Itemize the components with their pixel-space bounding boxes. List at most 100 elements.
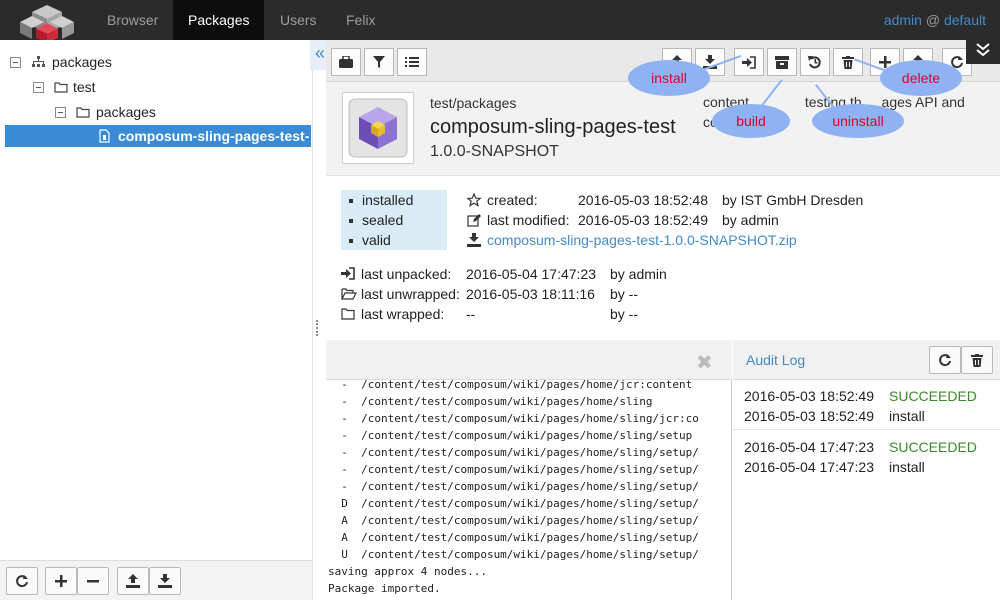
audit-log-title[interactable]: Audit Log bbox=[746, 352, 805, 368]
package-version: 1.0.0-SNAPSHOT bbox=[430, 143, 559, 160]
package-tree: packages test packages composum-sling-pa… bbox=[0, 40, 312, 560]
filter-icon bbox=[373, 56, 385, 68]
nav-felix[interactable]: Felix bbox=[331, 0, 391, 40]
package-download-link[interactable]: composum-sling-pages-test-1.0.0-SNAPSHOT… bbox=[487, 232, 797, 248]
folder-icon bbox=[54, 82, 68, 93]
nav-browser[interactable]: Browser bbox=[92, 0, 173, 40]
console-header bbox=[326, 340, 732, 380]
app-root: Browser Packages Users Felix admin @ def… bbox=[0, 0, 1000, 600]
console-line: A /content/test/composum/wiki/pages/home… bbox=[328, 531, 699, 544]
folder-icon bbox=[341, 308, 355, 320]
package-view-button[interactable] bbox=[331, 48, 361, 76]
collapse-top-button[interactable] bbox=[966, 40, 1000, 64]
audit-status: SUCCEEDED bbox=[889, 439, 977, 455]
uninstall-callout: uninstall bbox=[812, 104, 904, 138]
folder-open-icon bbox=[341, 288, 357, 300]
splitter-grip-icon[interactable] bbox=[316, 320, 320, 336]
package-name: composum-sling-pages-test bbox=[430, 116, 676, 138]
audit-refresh-button[interactable] bbox=[929, 346, 961, 374]
edit-icon bbox=[467, 214, 481, 227]
tree-node-test[interactable]: test bbox=[33, 76, 303, 98]
console-line: - /content/test/composum/wiki/pages/home… bbox=[328, 412, 699, 425]
console-line: D /content/test/composum/wiki/pages/home… bbox=[328, 497, 699, 510]
uninstall-button[interactable] bbox=[800, 48, 830, 76]
console-line: Package imported. bbox=[328, 582, 441, 595]
status-sealed: sealed bbox=[349, 212, 403, 228]
audit-clear-button[interactable] bbox=[961, 346, 993, 374]
refresh-icon bbox=[16, 575, 28, 588]
audit-action: install bbox=[889, 408, 925, 424]
upload-icon bbox=[126, 574, 140, 588]
audit-entry[interactable]: 2016-05-04 17:47:23 SUCCEEDED 2016-05-04… bbox=[733, 437, 1000, 481]
file-icon bbox=[99, 129, 110, 143]
tree-node-packages-root[interactable]: packages bbox=[10, 51, 310, 73]
status-installed: installed bbox=[349, 192, 413, 208]
build-button[interactable] bbox=[767, 48, 797, 76]
console-line: - /content/test/composum/wiki/pages/home… bbox=[328, 463, 699, 476]
audit-date: 2016-05-03 18:52:49 bbox=[744, 408, 874, 424]
nav-packages[interactable]: Packages bbox=[173, 0, 265, 40]
package-thumbnail bbox=[342, 92, 414, 164]
tree-node-label: composum-sling-pages-test-1.0 bbox=[118, 128, 310, 144]
console-line: saving approx 4 nodes... bbox=[328, 565, 487, 578]
tree-node-packages[interactable]: packages bbox=[55, 101, 305, 123]
trash-icon bbox=[971, 353, 983, 367]
filter-view-button[interactable] bbox=[364, 48, 394, 76]
download-button[interactable] bbox=[149, 567, 181, 595]
tree-node-label: packages bbox=[96, 104, 156, 120]
collapse-toggle-icon[interactable] bbox=[10, 57, 21, 68]
audit-log-header: Audit Log bbox=[733, 340, 1000, 380]
list-icon bbox=[405, 57, 419, 67]
console-line: A /content/test/composum/wiki/pages/home… bbox=[328, 514, 699, 527]
console-line: - /content/test/composum/wiki/pages/home… bbox=[328, 395, 653, 408]
console-line: U /content/test/composum/wiki/pages/home… bbox=[328, 548, 699, 561]
wrapped-label: last wrapped: bbox=[361, 306, 445, 322]
upload-button[interactable] bbox=[117, 567, 149, 595]
tree-node-label: test bbox=[73, 79, 96, 95]
list-view-button[interactable] bbox=[397, 48, 427, 76]
download-icon bbox=[467, 233, 481, 247]
audit-status: SUCCEEDED bbox=[889, 388, 977, 404]
tree-node-label: packages bbox=[52, 54, 112, 70]
collapse-toggle-icon[interactable] bbox=[55, 107, 66, 118]
double-chevron-left-icon: « bbox=[314, 43, 325, 63]
sitemap-icon bbox=[32, 56, 45, 67]
composum-logo[interactable] bbox=[16, 3, 78, 43]
close-console-icon[interactable]: ✖ bbox=[696, 350, 713, 375]
refresh-tree-button[interactable] bbox=[6, 567, 38, 595]
remove-button[interactable] bbox=[77, 567, 109, 595]
package-header: test/packages composum-sling-pages-test … bbox=[326, 82, 1000, 176]
collapse-toggle-icon[interactable] bbox=[33, 82, 44, 93]
delete-callout: delete bbox=[880, 60, 962, 96]
created-date: 2016-05-03 18:52:48 bbox=[578, 192, 708, 208]
console-output: - /content/test/composum/wiki/pages/home… bbox=[326, 380, 732, 600]
user-link[interactable]: admin bbox=[884, 12, 922, 28]
unpacked-label: last unpacked: bbox=[361, 266, 452, 282]
audit-date: 2016-05-04 17:47:23 bbox=[744, 439, 874, 455]
audit-entry[interactable]: 2016-05-03 18:52:49 SUCCEEDED 2016-05-03… bbox=[733, 386, 1000, 430]
tree-toolbar bbox=[0, 560, 312, 600]
wrapped-by: by -- bbox=[610, 306, 638, 322]
unpacked-by: by admin bbox=[610, 266, 667, 282]
add-button[interactable] bbox=[45, 567, 77, 595]
workspace-link[interactable]: default bbox=[944, 12, 986, 28]
uninstall-icon bbox=[808, 56, 821, 69]
double-chevron-down-icon bbox=[976, 43, 990, 57]
modified-by: by admin bbox=[722, 212, 779, 228]
console-line: - /content/test/composum/wiki/pages/home… bbox=[328, 380, 693, 391]
star-icon bbox=[467, 193, 482, 207]
build-callout: build bbox=[712, 104, 790, 138]
download-icon bbox=[158, 574, 172, 588]
build-icon bbox=[775, 55, 789, 69]
user-at: @ bbox=[925, 12, 941, 28]
plus-icon bbox=[55, 575, 67, 587]
status-label: sealed bbox=[362, 212, 404, 228]
status-valid: valid bbox=[349, 232, 391, 248]
trash-icon bbox=[842, 55, 854, 69]
user-info: admin @ default bbox=[884, 0, 986, 40]
tree-node-selected-package[interactable]: composum-sling-pages-test-1.0 bbox=[5, 125, 311, 147]
install-button[interactable] bbox=[734, 48, 764, 76]
top-navbar: Browser Packages Users Felix admin @ def… bbox=[0, 0, 1000, 43]
nav-users[interactable]: Users bbox=[265, 0, 332, 40]
console-line: - /content/test/composum/wiki/pages/home… bbox=[328, 446, 699, 459]
